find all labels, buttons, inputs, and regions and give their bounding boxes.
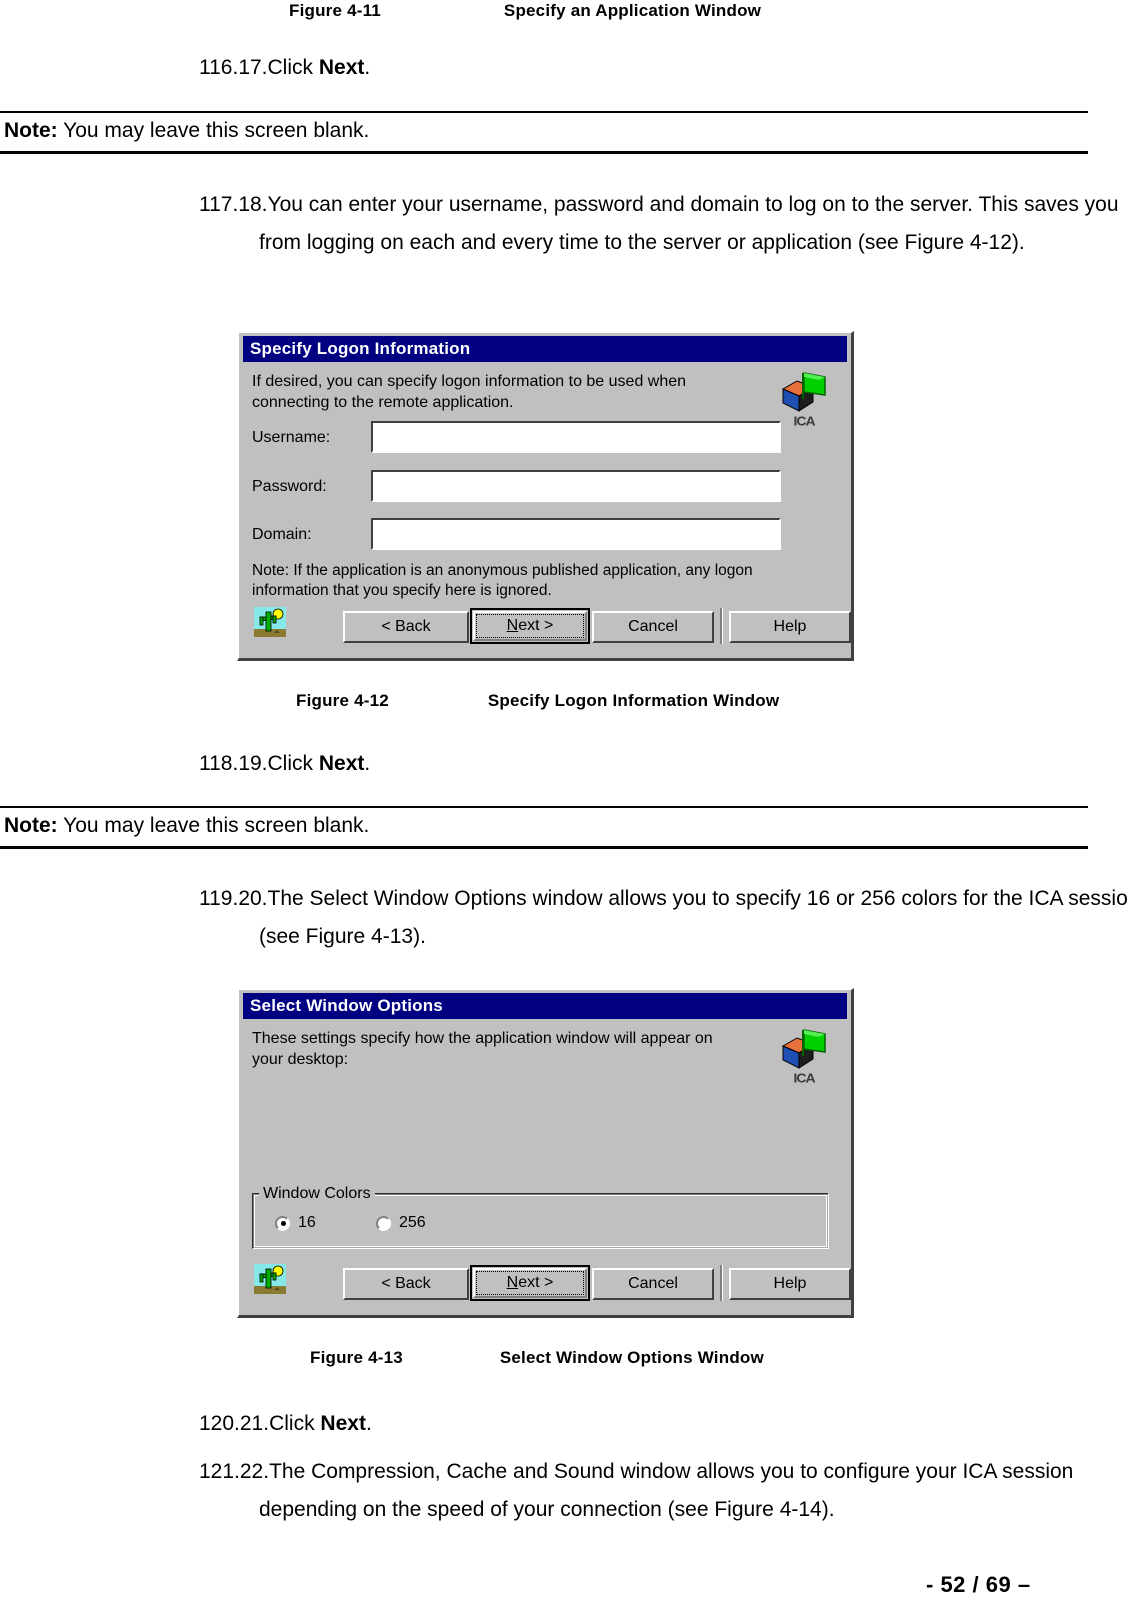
back-button-label: < Back [381,1275,431,1292]
step-number: 118.19. [199,752,268,775]
username-input[interactable] [370,420,782,454]
cactus-desert-icon [254,1264,286,1294]
dialog-specify-logon-information: Specify Logon Information If desired, yo… [237,331,854,661]
step-number: 120.21. [199,1412,270,1435]
note-label: Note: [4,119,58,142]
window-colors-group-title: Window Colors [259,1186,375,1202]
help-button[interactable]: Help [729,1268,851,1300]
step-number: 117.18. [199,193,268,216]
dialog-title: Select Window Options [250,996,443,1015]
next-button-label: ext > [518,617,554,634]
step-text-prefix: Click [267,752,319,775]
domain-label: Domain: [252,526,312,543]
dialog-select-window-options: Select Window Options These settings spe… [237,988,854,1318]
step-number: 119.20. [199,887,268,910]
step-text: You can enter your username, password an… [259,193,1119,254]
step-text: The Compression, Cache and Sound window … [259,1460,1074,1521]
step-text: The Select Window Options window allows … [259,887,1128,948]
note-text: You may leave this screen blank. [57,814,370,837]
note-label: Note: [4,814,58,837]
next-button-accel: N [506,617,519,634]
back-button-label: < Back [381,618,431,635]
step-number: 116.17. [199,56,268,79]
next-button[interactable]: Next > [470,608,590,644]
step-116-17: 116.17.Click Next. [199,49,370,87]
dialog-title-bar: Select Window Options [243,993,847,1019]
help-button[interactable]: Help [729,611,851,643]
ica-logo-wordmark: ICA [793,1070,815,1086]
cactus-icon [254,607,286,637]
back-button[interactable]: < Back [343,611,469,643]
cancel-button[interactable]: Cancel [592,611,714,643]
password-label: Password: [252,478,327,495]
radio-16-colors-mark[interactable] [275,1215,290,1231]
step-text-suffix: . [364,56,371,79]
footer-page-number: - 52 / 69 – [926,1572,1031,1597]
domain-input[interactable] [370,517,782,551]
next-button-label: ext > [518,1274,554,1291]
step-117-18: 117.18.You can enter your username, pass… [199,186,1128,262]
cactus-desert-icon [254,607,286,637]
ica-cube-flag-icon [781,1029,826,1069]
ica-logo: ICA [777,371,831,429]
figure-number: Figure 4-12 [296,691,389,710]
step-text-suffix: . [364,752,371,775]
radio-16-colors-label: 16 [298,1214,316,1231]
dialog-description: These settings specify how the applicati… [252,1030,713,1068]
step-120-21: 120.21.Click Next. [199,1405,372,1443]
cancel-button-label: Cancel [628,1275,678,1292]
dialog-anonymous-note: Note: If the application is an anonymous… [252,562,753,599]
button-separator [720,1265,723,1301]
step-text-prefix: Click [269,1412,321,1435]
figure-caption-4-13: Figure 4-13 Select Window Options Window [310,1348,764,1368]
figure-title: Specify Logon Information Window [487,691,780,710]
radio-16-colors[interactable]: 16 [275,1214,316,1232]
step-text-bold: Next [320,1412,366,1435]
help-button-label: Help [773,1275,807,1292]
step-number: 121.22. [199,1460,270,1483]
step-121-22: 121.22.The Compression, Cache and Sound … [199,1453,1128,1529]
help-button-label: Help [773,618,807,635]
header-figure-caption: Figure 4-11 Specify an Application Windo… [289,1,761,21]
dialog-description: If desired, you can specify logon inform… [252,373,687,411]
cancel-button[interactable]: Cancel [592,1268,714,1300]
dialog-title: Specify Logon Information [250,339,471,358]
ica-cube-flag-icon [781,372,826,412]
step-text-bold: Next [318,752,365,775]
step-text-prefix: Click [267,56,319,79]
next-button-accel: N [506,1274,519,1291]
cactus-icon [254,1264,286,1294]
button-separator [720,608,723,644]
password-input[interactable] [370,469,782,503]
note-band-2: Note: You may leave this screen blank. [0,806,1088,849]
radio-256-colors[interactable]: 256 [376,1214,426,1232]
ica-logo-wordmark: ICA [793,413,815,429]
header-figure-number: Figure 4-11 [289,1,381,20]
figure-caption-4-12: Figure 4-12 Specify Logon Information Wi… [296,691,779,711]
username-label: Username: [252,429,331,446]
back-button[interactable]: < Back [343,1268,469,1300]
step-text-bold: Next [318,56,365,79]
next-button[interactable]: Next > [470,1265,590,1301]
header-figure-title: Specify an Application Window [503,1,762,20]
group-inner-border [254,1195,827,1247]
radio-256-colors-mark[interactable] [376,1215,391,1231]
dialog-title-bar: Specify Logon Information [243,336,847,362]
note-band-1: Note: You may leave this screen blank. [0,111,1088,154]
ica-logo: ICA [777,1028,831,1086]
figure-number: Figure 4-13 [310,1348,403,1367]
step-118-19: 118.19.Click Next. [199,745,370,783]
cancel-button-label: Cancel [628,618,678,635]
step-119-20: 119.20.The Select Window Options window … [199,880,1128,956]
step-text-suffix: . [365,1412,372,1435]
radio-256-colors-label: 256 [399,1214,426,1231]
note-text: You may leave this screen blank. [57,119,370,142]
figure-title: Select Window Options Window [499,1348,764,1367]
